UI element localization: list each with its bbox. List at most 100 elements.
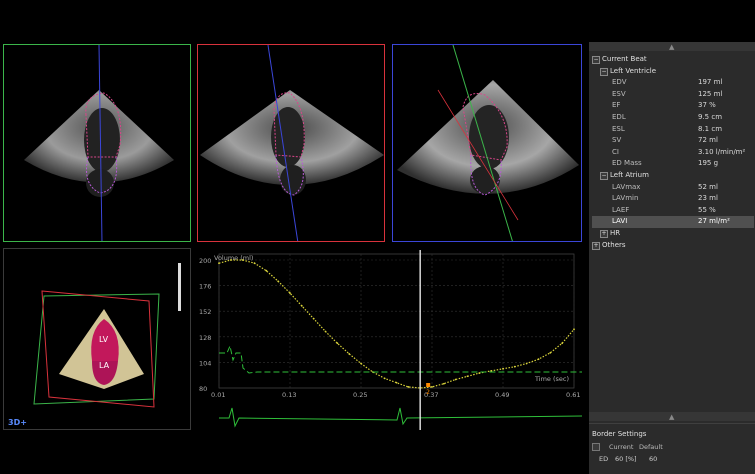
viewport-apical-4ch[interactable] (3, 44, 191, 242)
param-value: 72 ml (698, 136, 718, 145)
volume-point (513, 365, 516, 368)
param-value: 3.10 l/min/m² (698, 147, 746, 156)
collapse-icon[interactable]: − (600, 171, 608, 180)
param-value: 125 ml (698, 89, 723, 98)
volume-point (466, 375, 469, 378)
y-tick-label: 104 (199, 359, 211, 367)
y-tick-label: 176 (199, 283, 211, 291)
param-row-ci[interactable]: CI 3.10 l/min/m² (592, 147, 754, 159)
param-name: EF (612, 101, 621, 110)
param-row-edl[interactable]: EDL 9.5 cm (592, 112, 754, 124)
collapse-icon[interactable]: − (600, 67, 608, 76)
es-marker-label: 2 (426, 389, 430, 396)
ecg-trace (219, 344, 582, 374)
param-value: 55 % (698, 205, 716, 214)
param-value: 52 ml (698, 182, 718, 191)
volume-point (431, 386, 433, 388)
y-tick-label: 80 (199, 385, 207, 393)
param-row-laef[interactable]: LAEF 55 % (592, 205, 754, 217)
viewport-apical-2ch[interactable] (197, 44, 385, 242)
param-value: 37 % (698, 101, 716, 110)
param-name: CI (612, 147, 619, 156)
tree-node-left-ventricle[interactable]: − Left Ventricle (592, 66, 754, 78)
volume-point (218, 262, 220, 265)
volume-point (454, 378, 457, 381)
param-value: 195 g (698, 159, 719, 168)
collapse-icon[interactable]: − (592, 56, 600, 64)
results-panel: ▲ − Current Beat − Left Ventricle EDV 197… (589, 42, 755, 474)
volume-point (289, 292, 291, 294)
es-marker (426, 383, 431, 387)
expand-icon[interactable]: + (600, 229, 608, 238)
border-settings-checkbox[interactable] (592, 443, 600, 451)
3d-mode-label: 3D+ (8, 418, 27, 427)
volume-curve-chart[interactable]: 200 176 152 128 104 80 0.01 0.13 0.25 0.37 0.49 0.6… (197, 248, 582, 430)
volume-point (241, 259, 244, 261)
echo-image (397, 45, 579, 241)
param-row-lavmax[interactable]: LAVmax 52 ml (592, 182, 754, 194)
tree-node-hr[interactable]: + HR (592, 228, 754, 240)
3d-model (33, 263, 181, 408)
y-tick-label: 128 (199, 334, 211, 342)
volume-point (537, 358, 540, 361)
results-tree: − Current Beat − Left Ventricle EDV 197 m… (592, 54, 754, 251)
volume-point (573, 328, 575, 331)
param-name: LAVmin (612, 194, 639, 203)
volume-point (502, 367, 504, 370)
tree-label: HR (610, 228, 621, 237)
viewport-3d-model[interactable]: LV LA 3D+ (3, 248, 191, 430)
chevron-up-icon[interactable]: ▲ (669, 43, 674, 51)
volume-point (407, 386, 410, 388)
param-row-edv[interactable]: EDV 197 ml (592, 77, 754, 89)
volume-point (549, 351, 552, 354)
param-name: ED Mass (612, 159, 642, 168)
param-name: ESV (612, 89, 626, 98)
volume-point (478, 372, 481, 374)
tree-node-left-atrium[interactable]: − Left Atrium (592, 170, 754, 182)
volume-point (395, 381, 398, 384)
scroll-up-bar[interactable]: ▲ (589, 42, 755, 51)
param-name: LAEF (612, 205, 630, 214)
viewport-apical-long-axis[interactable] (392, 44, 582, 242)
lv-label: LV (99, 335, 109, 344)
ecg-trace-bottom (219, 407, 582, 428)
param-row-esl[interactable]: ESL 8.1 cm (592, 124, 754, 136)
ed-current-value[interactable]: 60 [%] (615, 455, 637, 463)
param-row-lavi[interactable]: LAVI 27 ml/m² (592, 216, 754, 228)
volume-point (229, 259, 232, 261)
volume-point (348, 352, 351, 355)
param-value: 8.1 cm (698, 124, 723, 133)
border-settings: Border Settings Current Default ED 60 [%… (589, 423, 755, 474)
param-row-esv[interactable]: ESV 125 ml (592, 89, 754, 101)
expand-icon[interactable]: + (592, 241, 600, 250)
tree-label: Current Beat (602, 55, 647, 63)
y-axis-title: Volume (ml) (214, 254, 253, 262)
echo-image (24, 45, 174, 241)
volume-point (312, 317, 315, 320)
param-value: 9.5 cm (698, 112, 723, 121)
x-axis-title: Time (sec) (534, 375, 569, 383)
param-row-ef[interactable]: EF 37 % (592, 100, 754, 112)
volume-curve (218, 259, 575, 389)
param-row-sv[interactable]: SV 72 ml (592, 135, 754, 147)
tree-node-current-beat[interactable]: − Current Beat (592, 54, 754, 66)
ed-label: ED (599, 455, 609, 463)
param-name: LAVI (612, 217, 628, 226)
y-tick-label: 152 (199, 308, 211, 316)
param-name: ESL (612, 124, 625, 133)
param-row-lavmin[interactable]: LAVmin 23 ml (592, 193, 754, 205)
volume-point (442, 382, 445, 385)
chart-svg: 200176152128104800.01 0.13 0.25 0.37 0.49 0.6… (199, 250, 582, 430)
param-row-ed-mass[interactable]: ED Mass 195 g (592, 158, 754, 170)
param-name: SV (612, 136, 622, 145)
current-header: Current (609, 443, 634, 451)
volume-point (383, 377, 386, 380)
param-name: EDV (612, 78, 627, 87)
param-value: 27 ml/m² (698, 217, 730, 226)
scroll-down-bar[interactable]: ▲ (589, 412, 755, 421)
tree-label: Left Atrium (610, 170, 649, 179)
ed-default-value: 60 (649, 455, 658, 463)
tree-node-others[interactable]: + Others (592, 240, 754, 252)
x-tick-label: 0.13 (282, 391, 296, 399)
chevron-up-icon[interactable]: ▲ (669, 413, 674, 421)
